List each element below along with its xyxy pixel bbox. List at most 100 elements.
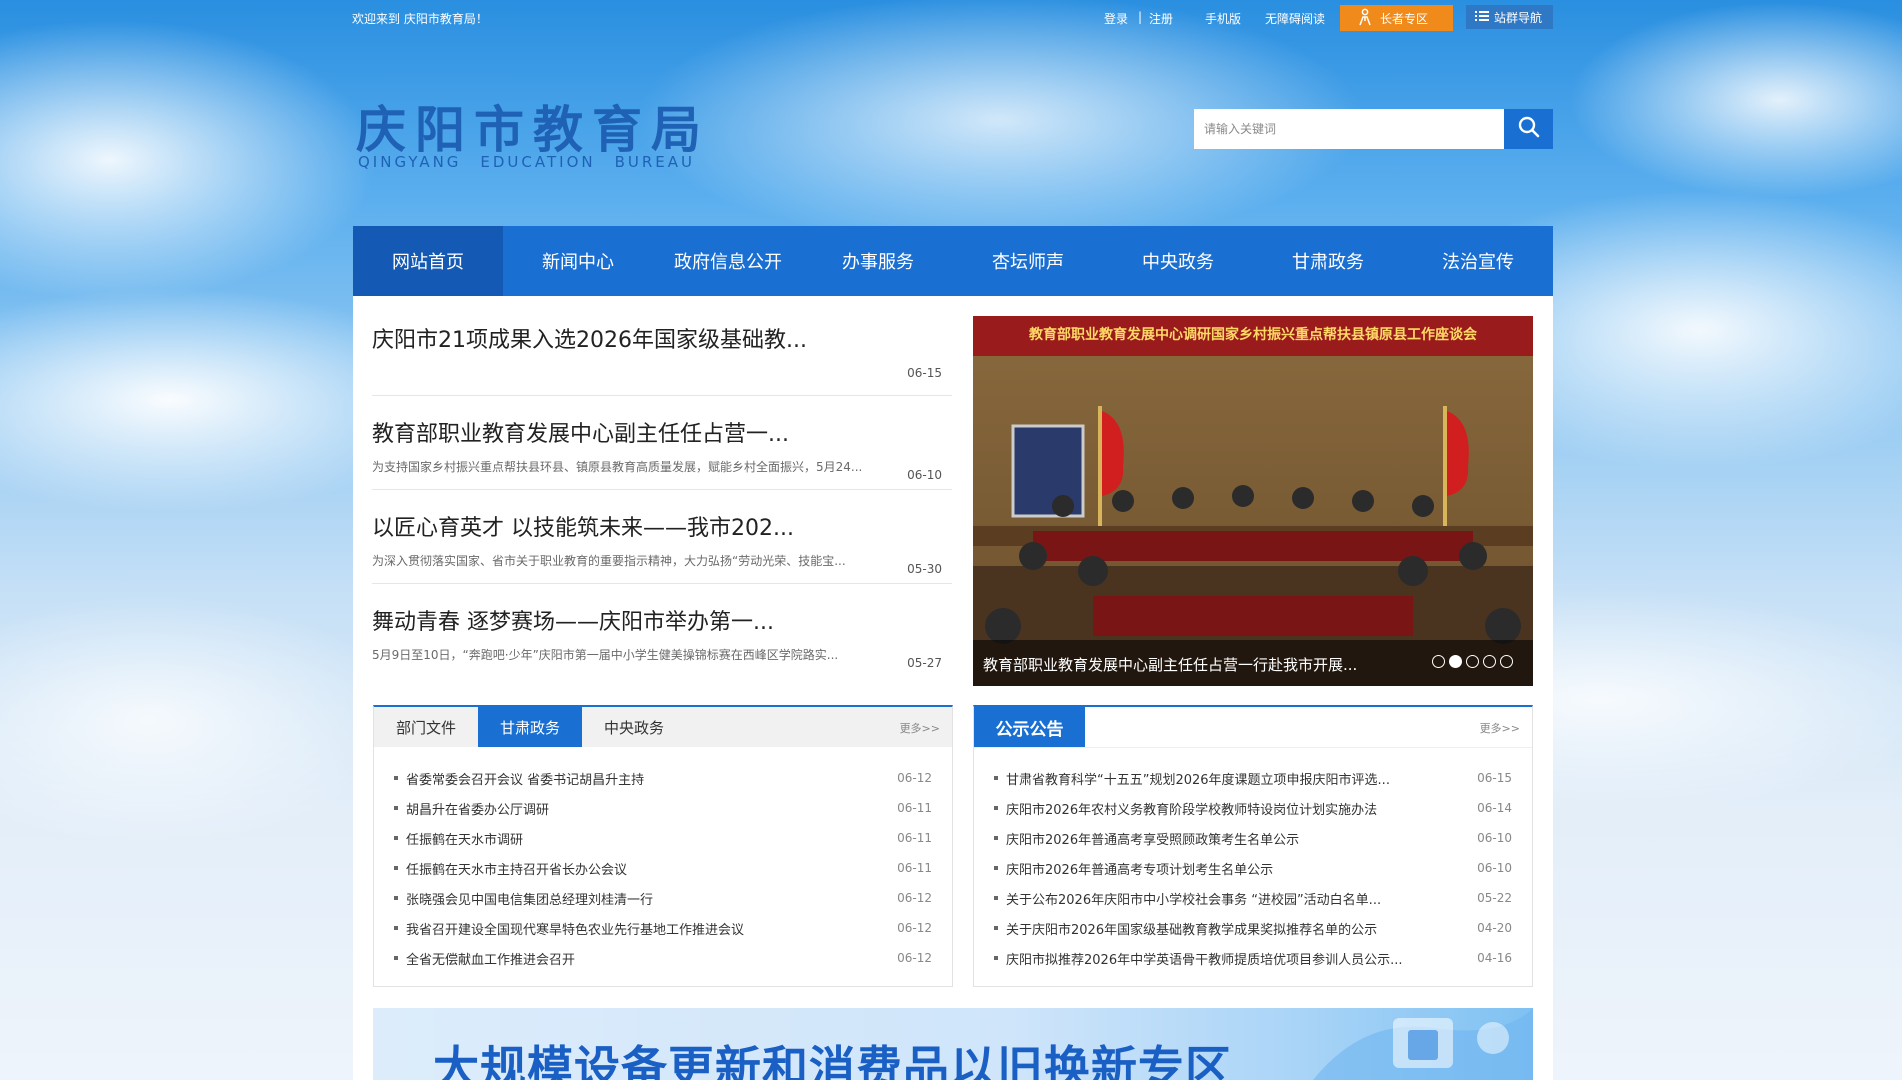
bullet-icon [994, 896, 998, 900]
welcome-text: 欢迎来到 庆阳市教育局！ [352, 12, 488, 26]
list-item-title[interactable]: 庆阳市拟推荐2026年中学英语骨干教师提质培优项目参训人员公示... [1006, 949, 1472, 968]
list-item-date: 06-11 [897, 831, 932, 845]
slider-dot[interactable] [1483, 655, 1496, 668]
tab-central-affairs[interactable]: 中央政务 [582, 707, 686, 747]
nav-gov-info[interactable]: 政府信息公开 [653, 226, 803, 296]
elderly-zone-label: 长者专区 [1380, 11, 1429, 26]
nav-news-center[interactable]: 新闻中心 [503, 226, 653, 296]
news-summary: 为支持国家乡村振兴重点帮扶县环县、镇原县教育高质量发展，赋能乡村全面振兴，5月2… [372, 460, 863, 474]
list-item-date: 06-12 [897, 951, 932, 965]
slide-caption-text[interactable]: 教育部职业教育发展中心副主任任占营一行赴我市开展... [983, 654, 1357, 675]
slider-dot-active[interactable] [1449, 655, 1462, 668]
banner-decoration [1313, 1008, 1533, 1080]
list-item[interactable]: 甘肃省教育科学“十五五”规划2026年度课题立项申报庆阳市评选... 06-15 [994, 763, 1512, 793]
notice-header: 公示公告 更多>> [974, 707, 1532, 748]
bullet-icon [394, 956, 398, 960]
news-item[interactable]: 庆阳市21项成果入选2026年国家级基础教... 06-15 [372, 322, 952, 396]
list-item[interactable]: 关于庆阳市2026年国家级基础教育教学成果奖拟推荐名单的公示 04-20 [994, 913, 1512, 943]
news-item[interactable]: 教育部职业教育发展中心副主任任占营一... 为支持国家乡村振兴重点帮扶县环县、镇… [372, 416, 952, 490]
slider-dot[interactable] [1500, 655, 1513, 668]
list-item-title[interactable]: 我省召开建设全国现代寒旱特色农业先行基地工作推进会议 [406, 919, 892, 938]
bullet-icon [994, 956, 998, 960]
list-item-date: 05-22 [1477, 891, 1512, 905]
news-title[interactable]: 教育部职业教育发展中心副主任任占营一... [372, 416, 789, 448]
bullet-icon [394, 866, 398, 870]
news-summary: 5月9日至10日，“奔跑吧·少年”庆阳市第一届中小学生健美操锦标赛在西峰区学院路… [372, 648, 839, 662]
list-item[interactable]: 关于公布2026年庆阳市中小学校社会事务 “进校园”活动白名单... 05-22 [994, 883, 1512, 913]
news-slider[interactable]: 教育部职业教育发展中心调研国家乡村振兴重点帮扶县镇原县工作座谈会 教育部职业教育… [973, 316, 1533, 686]
list-item-title[interactable]: 任振鹤在天水市调研 [406, 829, 892, 848]
list-item-title[interactable]: 庆阳市2026年普通高考享受照顾政策考生名单公示 [1006, 829, 1472, 848]
trade-in-banner[interactable]: 大规模设备更新和消费品以旧换新专区 [373, 1008, 1533, 1080]
nav-teachers-voice[interactable]: 杏坛师声 [953, 226, 1103, 296]
slider-dot[interactable] [1466, 655, 1479, 668]
site-logo-title[interactable]: 庆阳市教育局 [356, 90, 710, 162]
bullet-icon [394, 776, 398, 780]
list-item[interactable]: 我省召开建设全国现代寒旱特色农业先行基地工作推进会议 06-12 [394, 913, 932, 943]
list-item-date: 06-15 [1477, 771, 1512, 785]
list-item[interactable]: 全省无偿献血工作推进会召开 06-12 [394, 943, 932, 973]
news-date: 05-27 [907, 656, 942, 670]
list-item[interactable]: 张晓强会见中国电信集团总经理刘桂清一行 06-12 [394, 883, 932, 913]
news-title[interactable]: 以匠心育英才 以技能筑未来——我市202... [372, 510, 794, 542]
news-title[interactable]: 庆阳市21项成果入选2026年国家级基础教... [372, 322, 807, 354]
list-item[interactable]: 省委常委会召开会议 省委书记胡昌升主持 06-12 [394, 763, 932, 793]
logo-en-word: QINGYANG [358, 153, 462, 171]
list-item-title[interactable]: 关于庆阳市2026年国家级基础教育教学成果奖拟推荐名单的公示 [1006, 919, 1472, 938]
banner-title[interactable]: 大规模设备更新和消费品以旧换新专区 [433, 1032, 1232, 1080]
bullet-icon [994, 866, 998, 870]
notice-title[interactable]: 公示公告 [974, 707, 1085, 747]
list-item-title[interactable]: 庆阳市2026年普通高考专项计划考生名单公示 [1006, 859, 1472, 878]
list-item[interactable]: 庆阳市拟推荐2026年中学英语骨干教师提质培优项目参训人员公示... 04-16 [994, 943, 1512, 973]
slider-dots [1432, 655, 1513, 668]
slide-banner-text: 教育部职业教育发展中心调研国家乡村振兴重点帮扶县镇原县工作座谈会 [1029, 327, 1477, 343]
list-item-title[interactable]: 省委常委会召开会议 省委书记胡昌升主持 [406, 769, 892, 788]
search-input[interactable] [1194, 109, 1504, 149]
bullet-icon [394, 896, 398, 900]
news-item[interactable]: 舞动青春 逐梦赛场——庆阳市举办第一... 5月9日至10日，“奔跑吧·少年”庆… [372, 604, 952, 677]
list-item-title[interactable]: 全省无偿献血工作推进会召开 [406, 949, 892, 968]
list-item[interactable]: 胡昌升在省委办公厅调研 06-11 [394, 793, 932, 823]
nav-home[interactable]: 网站首页 [353, 226, 503, 296]
login-link[interactable]: 登录 [1104, 10, 1128, 26]
nav-legal-publicity[interactable]: 法治宣传 [1403, 226, 1553, 296]
list-item-date: 06-11 [897, 801, 932, 815]
news-date: 06-10 [907, 468, 942, 482]
tab-gansu-affairs[interactable]: 甘肃政务 [478, 707, 582, 747]
list-item[interactable]: 任振鹤在天水市调研 06-11 [394, 823, 932, 853]
list-item[interactable]: 庆阳市2026年普通高考享受照顾政策考生名单公示 06-10 [994, 823, 1512, 853]
list-item[interactable]: 任振鹤在天水市主持召开省长办公会议 06-11 [394, 853, 932, 883]
list-item-title[interactable]: 胡昌升在省委办公厅调研 [406, 799, 892, 818]
list-item-title[interactable]: 张晓强会见中国电信集团总经理刘桂清一行 [406, 889, 892, 908]
news-title[interactable]: 舞动青春 逐梦赛场——庆阳市举办第一... [372, 604, 774, 636]
nav-services[interactable]: 办事服务 [803, 226, 953, 296]
search-button[interactable] [1504, 109, 1553, 149]
site-logo-subtitle: QINGYANG EDUCATION BUREAU [358, 153, 695, 171]
elderly-zone-button[interactable]: 长者专区 [1340, 5, 1453, 31]
list-item-title[interactable]: 甘肃省教育科学“十五五”规划2026年度课题立项申报庆阳市评选... [1006, 769, 1472, 788]
more-link[interactable]: 更多>> [1480, 720, 1520, 736]
nav-gansu-affairs[interactable]: 甘肃政务 [1253, 226, 1403, 296]
list-item-title[interactable]: 任振鹤在天水市主持召开省长办公会议 [406, 859, 892, 878]
main-nav: 网站首页 新闻中心 政府信息公开 办事服务 杏坛师声 中央政务 甘肃政务 法治宣… [353, 226, 1553, 296]
elderly-icon [1356, 8, 1374, 29]
register-link[interactable]: 注册 [1149, 10, 1173, 26]
nav-central-affairs[interactable]: 中央政务 [1103, 226, 1253, 296]
search-icon [1517, 115, 1541, 143]
list-item[interactable]: 庆阳市2026年农村义务教育阶段学校教师特设岗位计划实施办法 06-14 [994, 793, 1512, 823]
accessible-reading-link[interactable]: 无障碍阅读 [1265, 10, 1325, 26]
list-item[interactable]: 庆阳市2026年普通高考专项计划考生名单公示 06-10 [994, 853, 1512, 883]
site-group-nav-button[interactable]: 站群导航 [1466, 5, 1553, 29]
list-item-title[interactable]: 庆阳市2026年农村义务教育阶段学校教师特设岗位计划实施办法 [1006, 799, 1472, 818]
list-item-title[interactable]: 关于公布2026年庆阳市中小学校社会事务 “进校园”活动白名单... [1006, 889, 1472, 908]
more-link[interactable]: 更多>> [900, 720, 940, 736]
bullet-icon [394, 836, 398, 840]
news-item[interactable]: 以匠心育英才 以技能筑未来——我市202... 为深入贯彻落实国家、省市关于职业… [372, 510, 952, 584]
tab-department-docs[interactable]: 部门文件 [374, 707, 478, 747]
mobile-link[interactable]: 手机版 [1205, 10, 1241, 26]
list-item-date: 06-12 [897, 771, 932, 785]
list-item-date: 06-10 [1477, 831, 1512, 845]
slider-dot[interactable] [1432, 655, 1445, 668]
slider-photo [973, 316, 1533, 686]
slide-caption[interactable]: 教育部职业教育发展中心副主任任占营一行赴我市开展... [973, 640, 1533, 686]
